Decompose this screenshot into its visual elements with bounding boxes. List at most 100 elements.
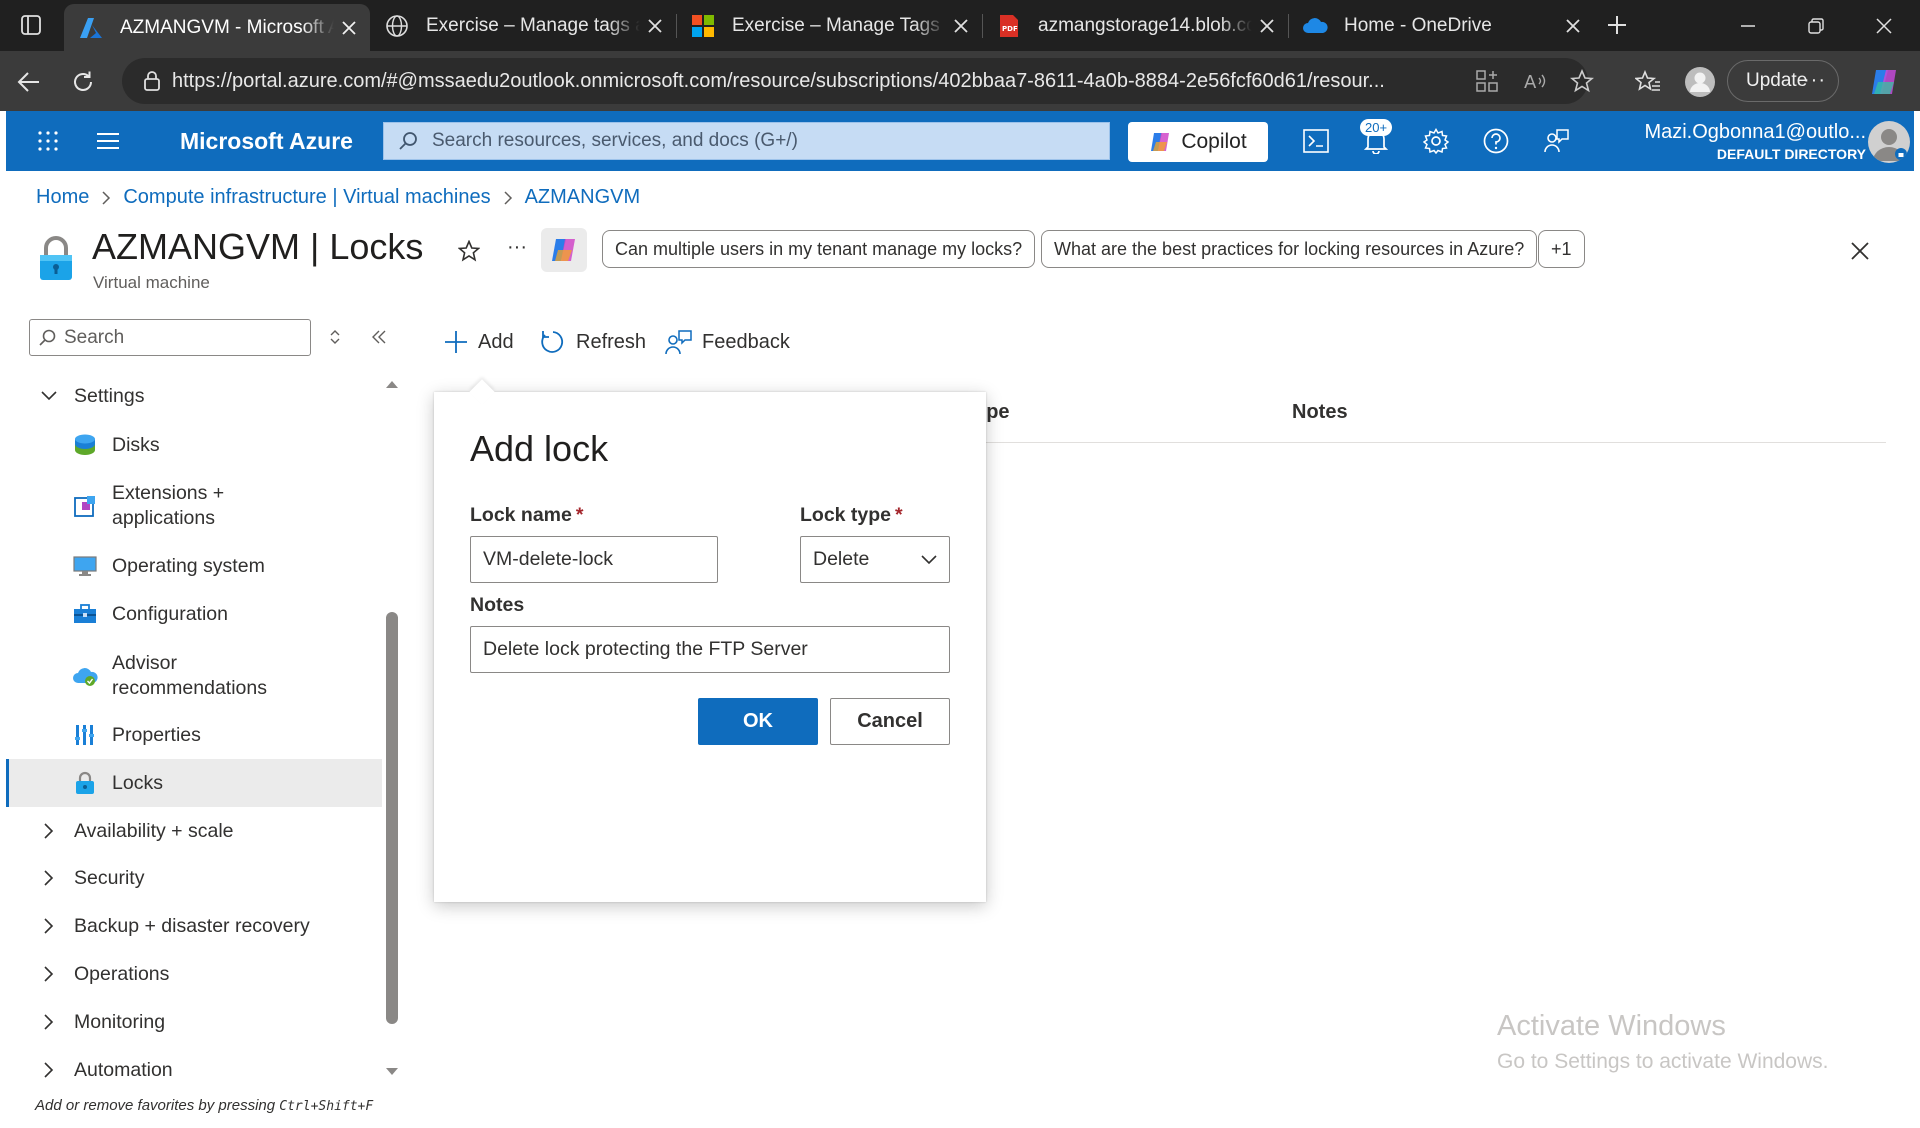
url-text[interactable]: https://portal.azure.com/#@mssaedu2outlo… xyxy=(172,70,1452,93)
sort-toggle-button[interactable] xyxy=(320,322,350,352)
menu-group-backup[interactable]: Backup + disaster recovery xyxy=(6,908,382,944)
menu-group-automation[interactable]: Automation xyxy=(6,1052,382,1088)
search-icon xyxy=(399,132,417,150)
close-tab-icon[interactable] xyxy=(640,11,670,41)
copilot-logo-icon xyxy=(1872,70,1896,94)
tab-title: AZMANGVM - Microsoft Azure xyxy=(120,16,334,38)
refresh-button[interactable]: Refresh xyxy=(540,322,646,362)
tab-actions-button[interactable] xyxy=(10,8,52,42)
menu-item-properties[interactable]: Properties xyxy=(6,717,382,753)
address-bar[interactable]: https://portal.azure.com/#@mssaedu2outlo… xyxy=(122,58,1594,104)
close-blade-button[interactable] xyxy=(1843,234,1877,268)
callout-beak xyxy=(469,379,495,405)
refresh-page-button[interactable] xyxy=(64,63,102,101)
avatar[interactable] xyxy=(1868,121,1910,163)
padlock-icon[interactable] xyxy=(132,70,172,92)
azure-search-input[interactable]: Search resources, services, and docs (G+… xyxy=(383,122,1110,160)
menu-search-input[interactable]: Search xyxy=(29,319,311,356)
menu-item-locks[interactable]: Locks xyxy=(6,759,382,807)
ok-button[interactable]: OK xyxy=(698,698,818,745)
close-tab-icon[interactable] xyxy=(1558,11,1588,41)
add-lock-button[interactable]: Add xyxy=(444,322,514,362)
favorite-button[interactable] xyxy=(454,236,484,266)
breadcrumb: Home Compute infrastructure | Virtual ma… xyxy=(36,186,640,209)
cloud-shell-button[interactable] xyxy=(1300,125,1332,157)
menu-item-extensions[interactable]: Extensions + applications xyxy=(6,478,382,534)
feedback-header-button[interactable] xyxy=(1540,125,1572,157)
favorites-button[interactable] xyxy=(1629,63,1667,101)
breadcrumb-virtual-machines[interactable]: Compute infrastructure | Virtual machine… xyxy=(123,186,490,209)
collapse-menu-button[interactable] xyxy=(364,322,394,352)
required-marker: * xyxy=(895,504,903,526)
back-button[interactable] xyxy=(10,63,48,101)
back-arrow-icon xyxy=(17,72,39,92)
menu-item-advisor[interactable]: Advisor recommendations xyxy=(6,648,382,704)
menu-item-configuration[interactable]: Configuration xyxy=(6,596,382,632)
feedback-button[interactable]: Feedback xyxy=(664,322,790,362)
lock-name-field[interactable]: VM-delete-lock xyxy=(470,536,718,583)
menu-group-security[interactable]: Security xyxy=(6,860,382,896)
browser-tab-blob-pdf[interactable]: PDF azmangstorage14.blob.core xyxy=(982,0,1288,51)
dialog-title: Add lock xyxy=(470,428,609,469)
chevron-down-icon xyxy=(38,391,60,401)
breadcrumb-home[interactable]: Home xyxy=(36,186,89,209)
menu-scrollbar-thumb[interactable] xyxy=(386,612,398,1024)
edge-copilot-button[interactable] xyxy=(1865,63,1903,101)
copilot-suggestion-pill[interactable]: Can multiple users in my tenant manage m… xyxy=(602,230,1036,268)
column-header-notes[interactable]: Notes xyxy=(1292,401,1348,424)
close-tab-icon[interactable] xyxy=(1252,11,1282,41)
update-button[interactable]: Update ··· xyxy=(1727,60,1839,102)
pdf-icon: PDF xyxy=(996,13,1022,39)
chevron-right-icon xyxy=(38,823,60,839)
menu-group-label: Security xyxy=(74,866,145,889)
app-launcher-button[interactable] xyxy=(32,125,64,157)
browser-tab-exercise-tags-ms[interactable]: Exercise – Manage Tags and xyxy=(676,0,982,51)
menu-group-monitoring[interactable]: Monitoring xyxy=(6,1004,382,1040)
menu-group-settings[interactable]: Settings xyxy=(6,378,382,414)
close-tab-icon[interactable] xyxy=(334,13,364,43)
copilot-suggestions-button[interactable] xyxy=(541,228,587,272)
app-available-icon[interactable] xyxy=(1472,66,1502,96)
copilot-suggestion-pill[interactable]: What are the best practices for locking … xyxy=(1041,230,1538,268)
tab-title: azmangstorage14.blob.core xyxy=(1038,14,1252,36)
menu-group-operations[interactable]: Operations xyxy=(6,956,382,992)
menu-item-operating-system[interactable]: Operating system xyxy=(6,548,382,584)
minimize-button[interactable] xyxy=(1715,0,1781,51)
more-actions-button[interactable]: ··· xyxy=(502,232,532,262)
scroll-down-arrow-icon[interactable] xyxy=(385,1065,399,1079)
browser-tab-onedrive[interactable]: Home - OneDrive xyxy=(1288,0,1594,51)
azure-copilot-button[interactable]: Copilot xyxy=(1128,122,1268,162)
lock-type-dropdown[interactable]: Delete xyxy=(800,536,950,583)
avatar-person-icon xyxy=(1873,129,1907,161)
page-title: AZMANGVM | Locks xyxy=(92,226,424,267)
browser-tab-strip: AZMANGVM - Microsoft Azure Exercise – Ma… xyxy=(0,0,1920,51)
more-options-icon[interactable]: ··· xyxy=(1803,69,1826,92)
menu-item-label: Configuration xyxy=(112,602,228,625)
account-menu[interactable]: Mazi.Ogbonna1@outlo... DEFAULT DIRECTORY xyxy=(1606,121,1866,162)
browser-tab-azure[interactable]: AZMANGVM - Microsoft Azure xyxy=(64,4,370,51)
notes-value: Delete lock protecting the FTP Server xyxy=(483,638,808,660)
favorite-star-icon[interactable] xyxy=(1567,66,1597,96)
portal-menu-button[interactable] xyxy=(92,125,124,157)
breadcrumb-vm[interactable]: AZMANGVM xyxy=(525,186,641,209)
close-window-button[interactable] xyxy=(1851,0,1917,51)
read-aloud-icon[interactable]: A xyxy=(1520,66,1550,96)
lock-type-label: Lock type * xyxy=(800,504,903,527)
new-tab-button[interactable] xyxy=(1600,8,1634,42)
menu-group-availability[interactable]: Availability + scale xyxy=(6,813,382,849)
notes-field[interactable]: Delete lock protecting the FTP Server xyxy=(470,626,950,673)
refresh-icon xyxy=(74,71,92,91)
feedback-icon xyxy=(664,329,692,355)
browser-tab-exercise-tags[interactable]: Exercise – Manage tags and xyxy=(370,0,676,51)
settings-button[interactable] xyxy=(1420,125,1452,157)
menu-item-label: Advisor recommendations xyxy=(112,652,267,699)
close-tab-icon[interactable] xyxy=(946,11,976,41)
azure-brand[interactable]: Microsoft Azure xyxy=(180,128,353,155)
profile-button[interactable] xyxy=(1681,63,1719,101)
cancel-button[interactable]: Cancel xyxy=(830,698,950,745)
help-button[interactable] xyxy=(1480,125,1512,157)
menu-item-disks[interactable]: Disks xyxy=(6,427,382,463)
more-suggestions-pill[interactable]: +1 xyxy=(1538,230,1585,268)
restore-button[interactable] xyxy=(1783,0,1849,51)
menu-group-label: Automation xyxy=(74,1058,173,1081)
